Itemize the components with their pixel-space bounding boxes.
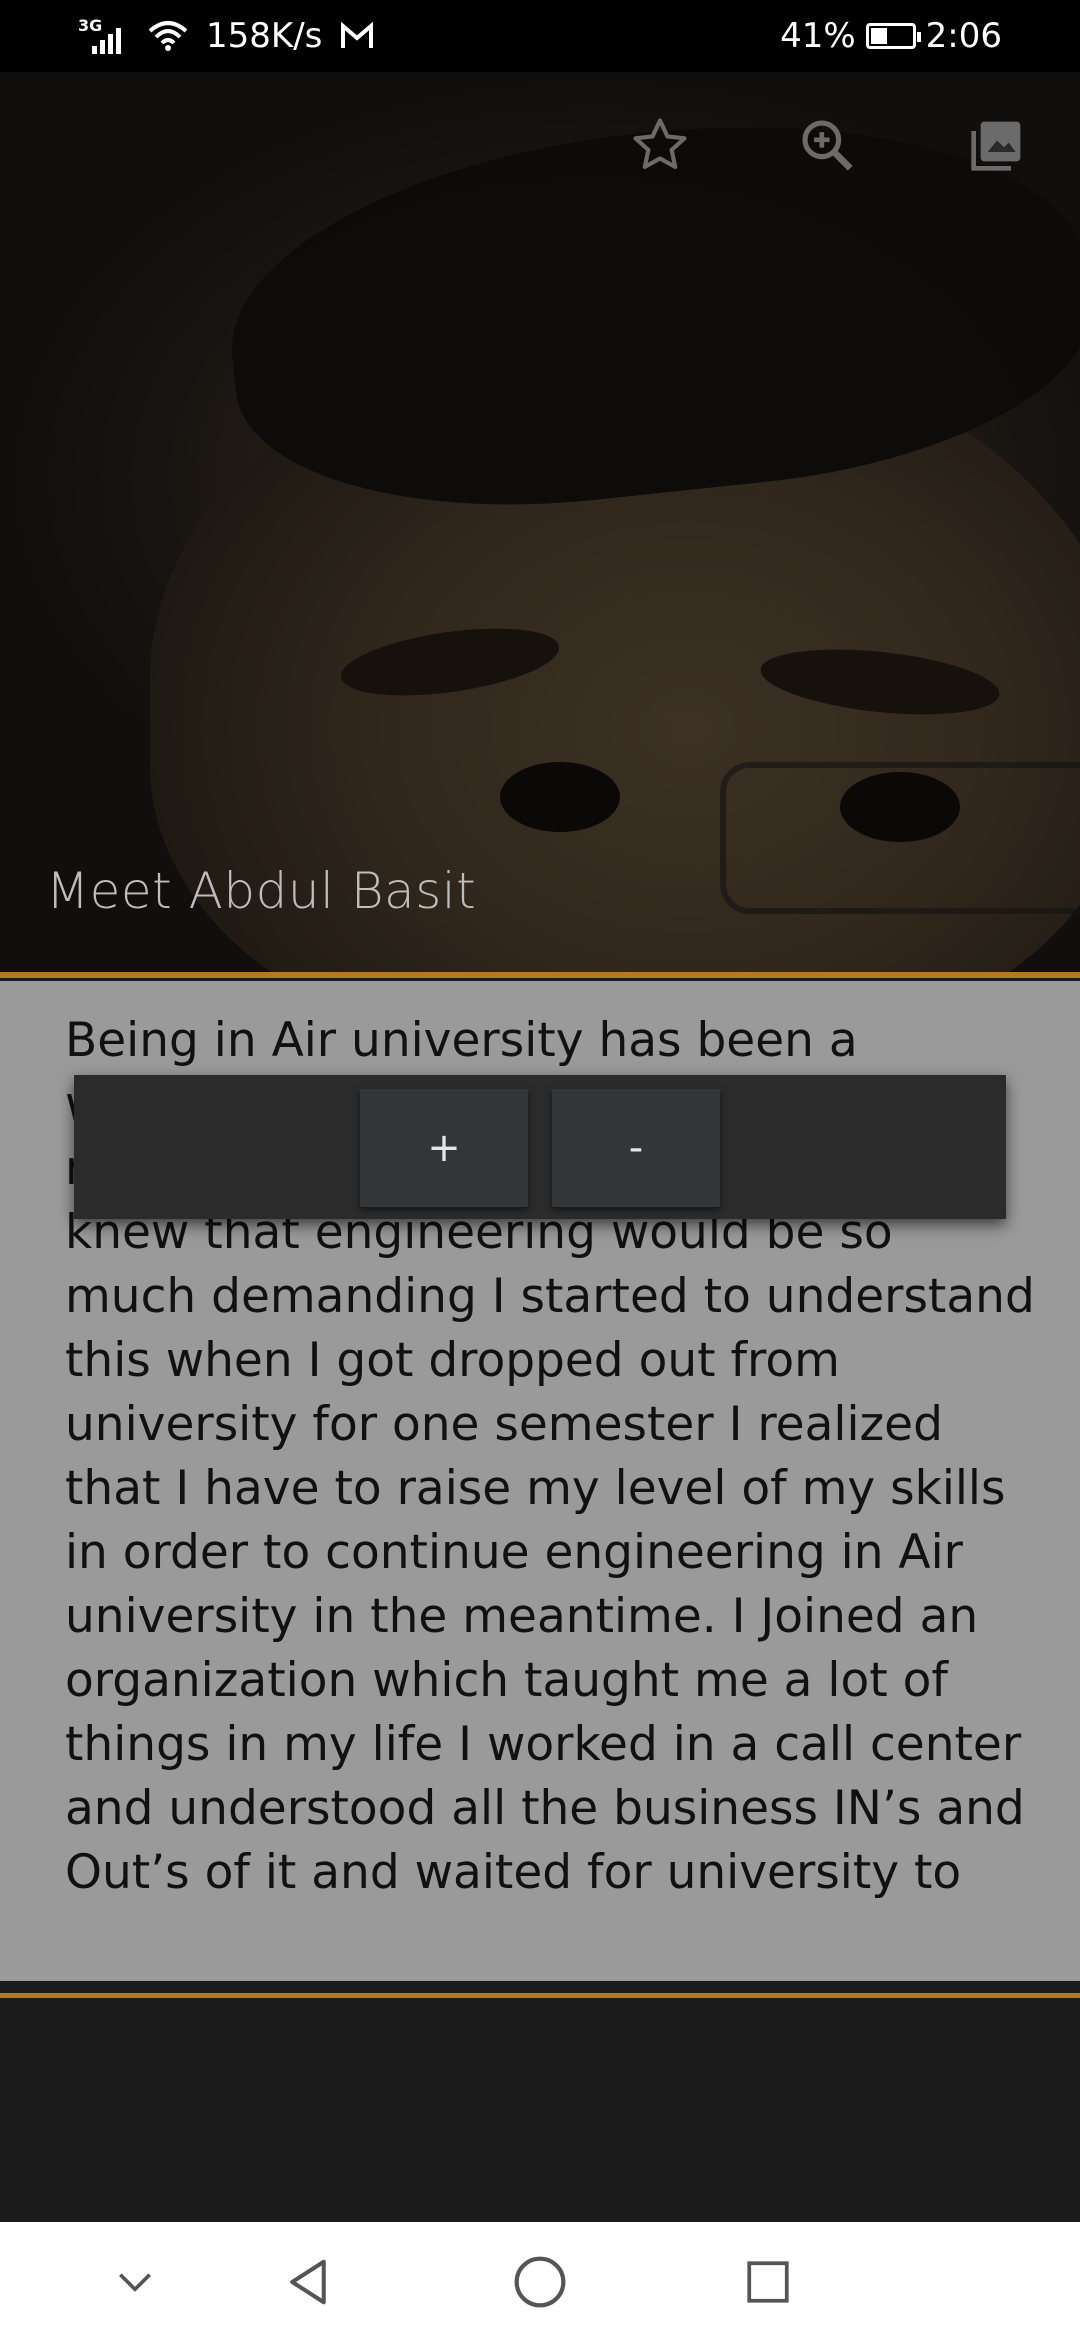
chevron-down-icon[interactable] bbox=[95, 2242, 175, 2322]
back-icon[interactable] bbox=[268, 2242, 348, 2322]
header-image: Meet Abdul Basit bbox=[0, 72, 1080, 975]
home-icon[interactable] bbox=[500, 2242, 580, 2322]
accent-divider-bottom bbox=[0, 1993, 1080, 1998]
zoom-out-button[interactable]: - bbox=[552, 1089, 720, 1207]
wifi-icon bbox=[148, 21, 188, 51]
network-speed: 158K/s bbox=[206, 16, 323, 56]
zoom-in-button[interactable]: + bbox=[360, 1089, 528, 1207]
cellular-signal-icon: 3G bbox=[78, 16, 130, 56]
clock: 2:06 bbox=[925, 16, 1002, 56]
battery-percent: 41% bbox=[780, 16, 856, 56]
page-title: Meet Abdul Basit bbox=[46, 862, 477, 920]
bottom-panel bbox=[0, 1982, 1080, 2222]
status-bar: 3G 158K/s 41% 2:06 bbox=[0, 0, 1080, 72]
gmail-icon bbox=[341, 22, 374, 48]
accent-divider bbox=[0, 972, 1080, 978]
recents-icon[interactable] bbox=[728, 2242, 808, 2322]
battery-icon bbox=[865, 23, 921, 49]
image-icon[interactable] bbox=[962, 110, 1032, 180]
star-icon[interactable] bbox=[625, 110, 695, 180]
zoom-controls-popup: + - bbox=[74, 1075, 1006, 1219]
zoom-in-icon[interactable] bbox=[792, 110, 862, 180]
system-nav-bar bbox=[0, 2222, 1080, 2340]
